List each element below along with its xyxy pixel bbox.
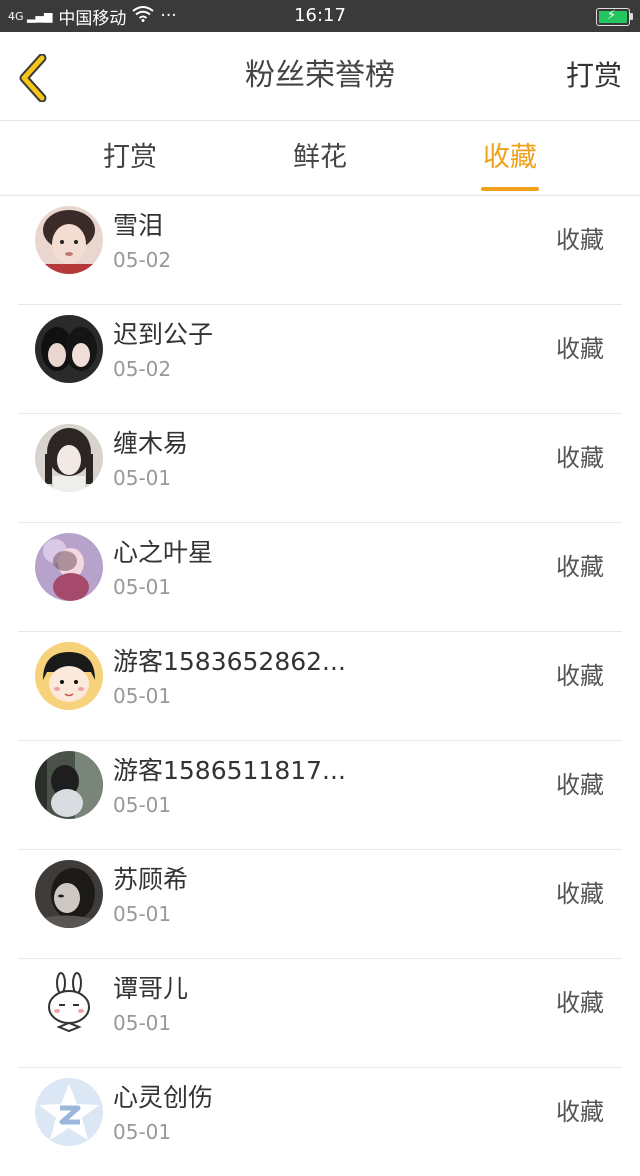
clock: 16:17 [294, 5, 346, 26]
fan-name: 雪泪 [113, 211, 164, 240]
fan-action: 收藏 [556, 226, 604, 254]
reward-button[interactable]: 打赏 [566, 32, 622, 120]
page-title: 粉丝荣誉榜 [245, 58, 395, 93]
rabbit-cartoon-avatar [35, 969, 103, 1037]
fan-date: 05-01 [113, 793, 172, 817]
fan-action: 收藏 [556, 444, 604, 472]
nav-header: 粉丝荣誉榜 打赏 [0, 32, 640, 121]
fan-date: 05-01 [113, 684, 172, 708]
fan-action: 收藏 [556, 771, 604, 799]
fan-date: 05-02 [113, 248, 172, 272]
tab-label: 收藏 [483, 142, 537, 173]
fan-name: 游客1586511817... [113, 756, 346, 785]
fan-action: 收藏 [556, 662, 604, 690]
fan-date: 05-02 [113, 357, 172, 381]
fan-name: 心灵创伤 [113, 1083, 214, 1112]
girl-photo-avatar [35, 424, 103, 492]
fan-action: 收藏 [556, 1098, 604, 1126]
list-item[interactable]: 游客1586511817... 05-01 收藏 [18, 741, 622, 850]
fan-date: 05-01 [113, 466, 172, 490]
fan-name: 心之叶星 [113, 538, 214, 567]
fan-action: 收藏 [556, 880, 604, 908]
list-item[interactable]: 游客1583652862... 05-01 收藏 [18, 632, 622, 741]
dark-photo-avatar [35, 860, 103, 928]
tab-favorites[interactable]: 收藏 [450, 121, 570, 195]
charging-icon: ⚡ [607, 8, 617, 23]
purple-photo-avatar [35, 533, 103, 601]
list-item[interactable]: 心灵创伤 05-01 收藏 [18, 1068, 622, 1176]
fan-action: 收藏 [556, 989, 604, 1017]
tab-bar: 打赏 鲜花 收藏 [0, 121, 640, 196]
list-item[interactable]: 迟到公子 05-02 收藏 [18, 305, 622, 414]
list-item[interactable]: 雪泪 05-02 收藏 [18, 196, 622, 305]
dark-photo-avatar [35, 751, 103, 819]
status-bar: 4G ▂▄▆ 中国移动 ··· 16:17 ⚡ [0, 0, 640, 32]
active-tab-indicator [481, 187, 539, 191]
couple-photo-avatar [35, 315, 103, 383]
list-item[interactable]: 心之叶星 05-01 收藏 [18, 523, 622, 632]
battery-icon: ⚡ [596, 8, 633, 26]
girl-photo-avatar [35, 206, 103, 274]
fan-name: 迟到公子 [113, 320, 214, 349]
tab-label: 打赏 [103, 142, 157, 173]
list-item[interactable]: 苏顾希 05-01 收藏 [18, 850, 622, 959]
fan-action: 收藏 [556, 553, 604, 581]
fan-list: 雪泪 05-02 收藏 迟到公子 05-02 收藏 缠木易 05-01 收藏 心… [0, 196, 640, 1176]
tab-label: 鲜花 [293, 142, 347, 173]
fan-action: 收藏 [556, 335, 604, 363]
fan-name: 谭哥儿 [113, 974, 189, 1003]
fan-name: 苏顾希 [113, 865, 189, 894]
fan-name: 游客1583652862... [113, 647, 346, 676]
list-item[interactable]: 谭哥儿 05-01 收藏 [18, 959, 622, 1068]
fan-date: 05-01 [113, 1011, 172, 1035]
fan-name: 缠木易 [113, 429, 189, 458]
list-item[interactable]: 缠木易 05-01 收藏 [18, 414, 622, 523]
fan-date: 05-01 [113, 575, 172, 599]
cartoon-girl-avatar [35, 642, 103, 710]
fan-date: 05-01 [113, 902, 172, 926]
default-star-avatar [35, 1078, 103, 1146]
tab-flowers[interactable]: 鲜花 [260, 121, 380, 195]
fan-date: 05-01 [113, 1120, 172, 1144]
tab-reward[interactable]: 打赏 [70, 121, 190, 195]
